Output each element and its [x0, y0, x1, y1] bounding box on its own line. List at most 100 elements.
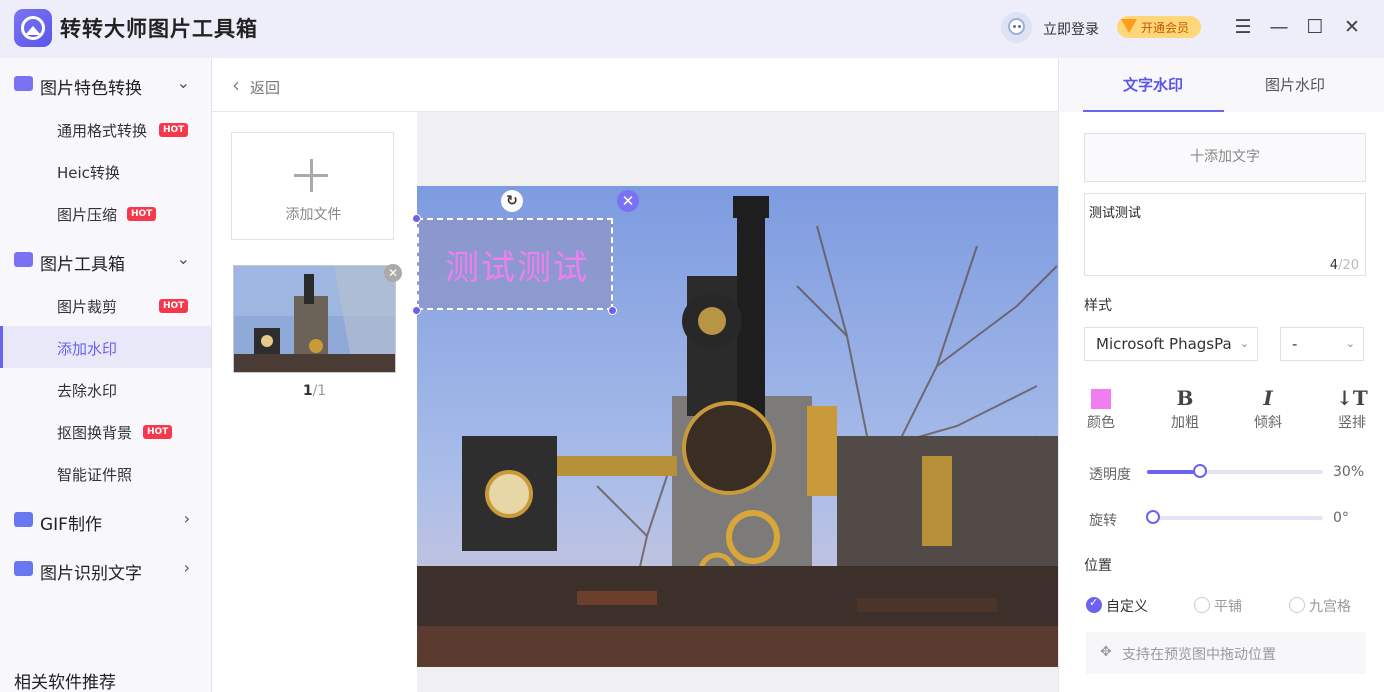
app-logo-icon	[14, 9, 52, 47]
chevron-down-icon: ⌄	[1345, 337, 1355, 350]
vip-button[interactable]: 开通会员	[1117, 16, 1201, 38]
watermark-text-box[interactable]: 测试测试	[417, 218, 613, 310]
chevron-left-icon[interactable]: ‹	[232, 73, 240, 97]
gif-icon	[14, 512, 33, 527]
watermark-tabs: 文字水印 图片水印	[1059, 58, 1384, 112]
rotation-label: 旋转	[1089, 513, 1117, 529]
page-counter: 1/1	[302, 383, 327, 399]
tab-image-watermark[interactable]: 图片水印	[1225, 58, 1365, 112]
hot-badge: HOT	[159, 299, 189, 313]
opacity-label: 透明度	[1089, 467, 1131, 483]
watermark-text-input[interactable]: 测试测试 4/20	[1084, 193, 1366, 276]
sidebar-item-label: 图片压缩	[57, 206, 118, 224]
watermark-text: 测试测试	[445, 248, 589, 288]
italic-icon: I	[1263, 386, 1273, 410]
add-file-button[interactable]: 添加文件	[231, 132, 394, 240]
watermark-text-value: 测试测试	[1089, 206, 1142, 221]
login-link[interactable]: 立即登录	[1043, 19, 1099, 39]
vertical-button[interactable]: ↓T 竖排	[1327, 386, 1377, 436]
plus-icon-stroke	[310, 159, 313, 192]
drag-hint-text: 支持在预览图中拖动位置	[1122, 647, 1276, 663]
resize-handle[interactable]	[412, 306, 421, 315]
italic-label: 倾斜	[1254, 415, 1282, 431]
ocr-icon	[14, 561, 33, 576]
sidebar-item-label: 去除水印	[57, 382, 118, 400]
rotation-value: 0°	[1333, 510, 1349, 526]
toolbox-icon	[14, 252, 33, 267]
category-label: 图片识别文字	[40, 564, 142, 584]
radio-unchecked-icon	[1289, 597, 1305, 613]
minimize-icon[interactable]: —	[1266, 14, 1292, 40]
chevron-down-icon: ⌄	[1239, 337, 1249, 350]
font-select[interactable]: Microsoft PhagsPa ⌄	[1084, 327, 1258, 361]
tab-text-watermark[interactable]: 文字水印	[1083, 58, 1223, 112]
sidebar-item-label: 通用格式转换	[57, 122, 148, 140]
sidebar-item-label: 抠图换背景	[57, 424, 133, 442]
font-select-value: Microsoft PhagsPa	[1096, 335, 1232, 353]
size-select[interactable]: - ⌄	[1280, 327, 1364, 361]
category-label: 图片工具箱	[40, 255, 125, 275]
radio-label: 平铺	[1214, 599, 1242, 615]
opacity-slider-knob[interactable]	[1192, 464, 1207, 478]
category-label: GIF制作	[40, 515, 102, 535]
title-bar: 转转大师图片工具箱 立即登录 开通会员 ☰ — ☐ ✕	[0, 0, 1384, 58]
radio-unchecked-icon	[1194, 597, 1210, 613]
position-label: 位置	[1084, 558, 1112, 574]
back-link[interactable]: 返回	[250, 77, 280, 98]
hot-badge: HOT	[143, 425, 173, 439]
sidebar-item-label: 智能证件照	[57, 466, 133, 484]
thumbnail-image	[234, 266, 395, 372]
sidebar-category-toolbox[interactable]: 图片工具箱 ⌄	[0, 240, 212, 280]
rotation-slider-knob[interactable]	[1146, 510, 1160, 524]
opacity-slider[interactable]	[1147, 464, 1323, 478]
sidebar-item-id-photo[interactable]: 智能证件照	[0, 452, 211, 494]
vertical-label: 竖排	[1338, 415, 1366, 431]
chevron-down-icon: ⌄	[176, 249, 190, 268]
tab-underline	[1083, 110, 1224, 112]
drag-hint: ✥ 支持在预览图中拖动位置	[1086, 632, 1366, 674]
category-label: 图片特色转换	[40, 79, 142, 99]
menu-icon[interactable]: ☰	[1230, 14, 1256, 40]
hot-badge: HOT	[127, 207, 157, 221]
sidebar-item-remove-watermark[interactable]: 去除水印	[0, 368, 211, 410]
color-button[interactable]: 颜色	[1076, 386, 1126, 436]
hot-badge: HOT	[159, 123, 189, 137]
file-thumbnail[interactable]	[233, 265, 396, 373]
radio-label: 自定义	[1106, 599, 1148, 615]
vip-label: 开通会员	[1141, 21, 1190, 35]
sidebar-item-label: 图片裁剪	[57, 298, 118, 316]
add-text-button[interactable]: 十添加文字	[1084, 133, 1366, 182]
char-counter: 4/20	[1329, 258, 1359, 273]
italic-button[interactable]: I 倾斜	[1243, 386, 1293, 436]
rotation-slider[interactable]	[1146, 510, 1323, 524]
bold-button[interactable]: B 加粗	[1160, 386, 1210, 436]
delete-watermark-icon[interactable]: ✕	[617, 190, 639, 212]
sidebar-item-label: Heic转换	[57, 164, 120, 182]
sidebar-item-format-convert[interactable]: 通用格式转换 HOT	[0, 108, 211, 150]
rotate-icon[interactable]: ↻	[501, 190, 523, 212]
bold-icon: B	[1176, 386, 1194, 410]
maximize-icon[interactable]: ☐	[1302, 14, 1328, 40]
sidebar-item-heic[interactable]: Heic转换	[0, 150, 211, 192]
watermark-settings-panel: 文字水印 图片水印 十添加文字 测试测试 4/20 样式 Microsoft P…	[1058, 58, 1384, 692]
sidebar-category-gif[interactable]: GIF制作 ›	[0, 500, 212, 540]
remove-file-icon[interactable]: ✕	[384, 264, 402, 282]
sidebar-category-convert[interactable]: 图片特色转换 ⌄	[0, 64, 212, 104]
style-label: 样式	[1084, 298, 1112, 314]
resize-handle[interactable]	[608, 306, 617, 315]
user-avatar-icon[interactable]	[1001, 12, 1032, 43]
close-icon[interactable]: ✕	[1339, 14, 1365, 40]
resize-handle[interactable]	[412, 214, 421, 223]
sidebar-item-add-watermark[interactable]: 添加水印	[0, 326, 211, 368]
sidebar-category-ocr[interactable]: 图片识别文字 ›	[0, 549, 212, 589]
preview-canvas[interactable]: 测试测试 ↻ ✕	[412, 112, 1058, 692]
chevron-right-icon: ›	[183, 558, 190, 577]
size-select-value: -	[1292, 335, 1298, 353]
sidebar-item-label: 添加水印	[57, 340, 118, 358]
sidebar-item-crop[interactable]: 图片裁剪 HOT	[0, 284, 211, 326]
radio-label: 九宫格	[1309, 599, 1351, 615]
sidebar-item-cutout[interactable]: 抠图换背景 HOT	[0, 410, 211, 452]
app-title: 转转大师图片工具箱	[60, 17, 258, 41]
top-nav: ‹ 返回	[212, 58, 1058, 112]
sidebar-item-compress[interactable]: 图片压缩 HOT	[0, 192, 211, 234]
